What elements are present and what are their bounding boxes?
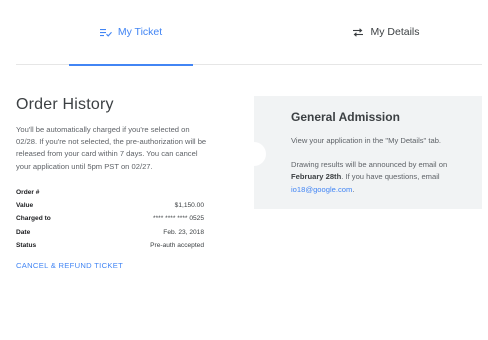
drawing-text: Drawing results will be announced by ema… (291, 160, 448, 170)
row-value: $1,150.00 (174, 202, 204, 210)
row-label: Date (16, 228, 31, 236)
table-row-date: Date Feb. 23, 2018 (16, 226, 204, 239)
table-row-status: Status Pre-auth accepted (16, 239, 204, 252)
tab-my-details[interactable]: My Details (306, 0, 466, 64)
row-label: Status (16, 242, 37, 249)
tab-my-details-label: My Details (370, 26, 420, 38)
tab-my-ticket[interactable]: My Ticket (69, 0, 193, 64)
admission-info: View your application in the "My Details… (291, 136, 442, 145)
table-row-charged-to: Charged to **** **** **** 0525 (16, 212, 204, 225)
order-history-title: Order History (16, 96, 114, 113)
tab-my-ticket-label: My Ticket (117, 26, 163, 38)
card-body: General Admission View your application … (291, 110, 476, 208)
drawing-info: Drawing results will be announced by ema… (291, 159, 476, 196)
row-value: Pre-auth accepted (150, 242, 204, 249)
checklist-icon (99, 28, 112, 37)
row-value: Feb. 23, 2018 (163, 228, 204, 236)
row-label: Charged to (16, 215, 51, 223)
questions-text: . If you have questions, email (341, 172, 440, 182)
tab-bar: My Ticket My Details (16, 0, 482, 66)
table-row-value: Value $1,150.00 (16, 199, 204, 212)
admission-title: General Admission (291, 110, 400, 124)
period: . (352, 184, 355, 194)
swap-arrows-icon (353, 27, 364, 37)
drawing-date: February 28th (291, 172, 342, 182)
charge-description: You'll be automatically charged if you'r… (16, 125, 207, 171)
row-label: Order # (16, 188, 40, 196)
ticket-notch (242, 142, 266, 166)
active-tab-indicator (69, 64, 193, 66)
order-history-section: Order History You'll be automatically ch… (16, 96, 208, 273)
cancel-refund-button[interactable]: CANCEL & REFUND TICKET (16, 261, 123, 270)
general-admission-card: General Admission View your application … (242, 96, 482, 209)
row-value: **** **** **** 0525 (153, 215, 204, 223)
table-row-order-number: Order # (16, 186, 204, 199)
row-label: Value (16, 202, 34, 210)
contact-email-link[interactable]: io18@google.com (291, 185, 352, 194)
order-details-table: Order # Value $1,150.00 Charged to **** … (16, 186, 204, 252)
